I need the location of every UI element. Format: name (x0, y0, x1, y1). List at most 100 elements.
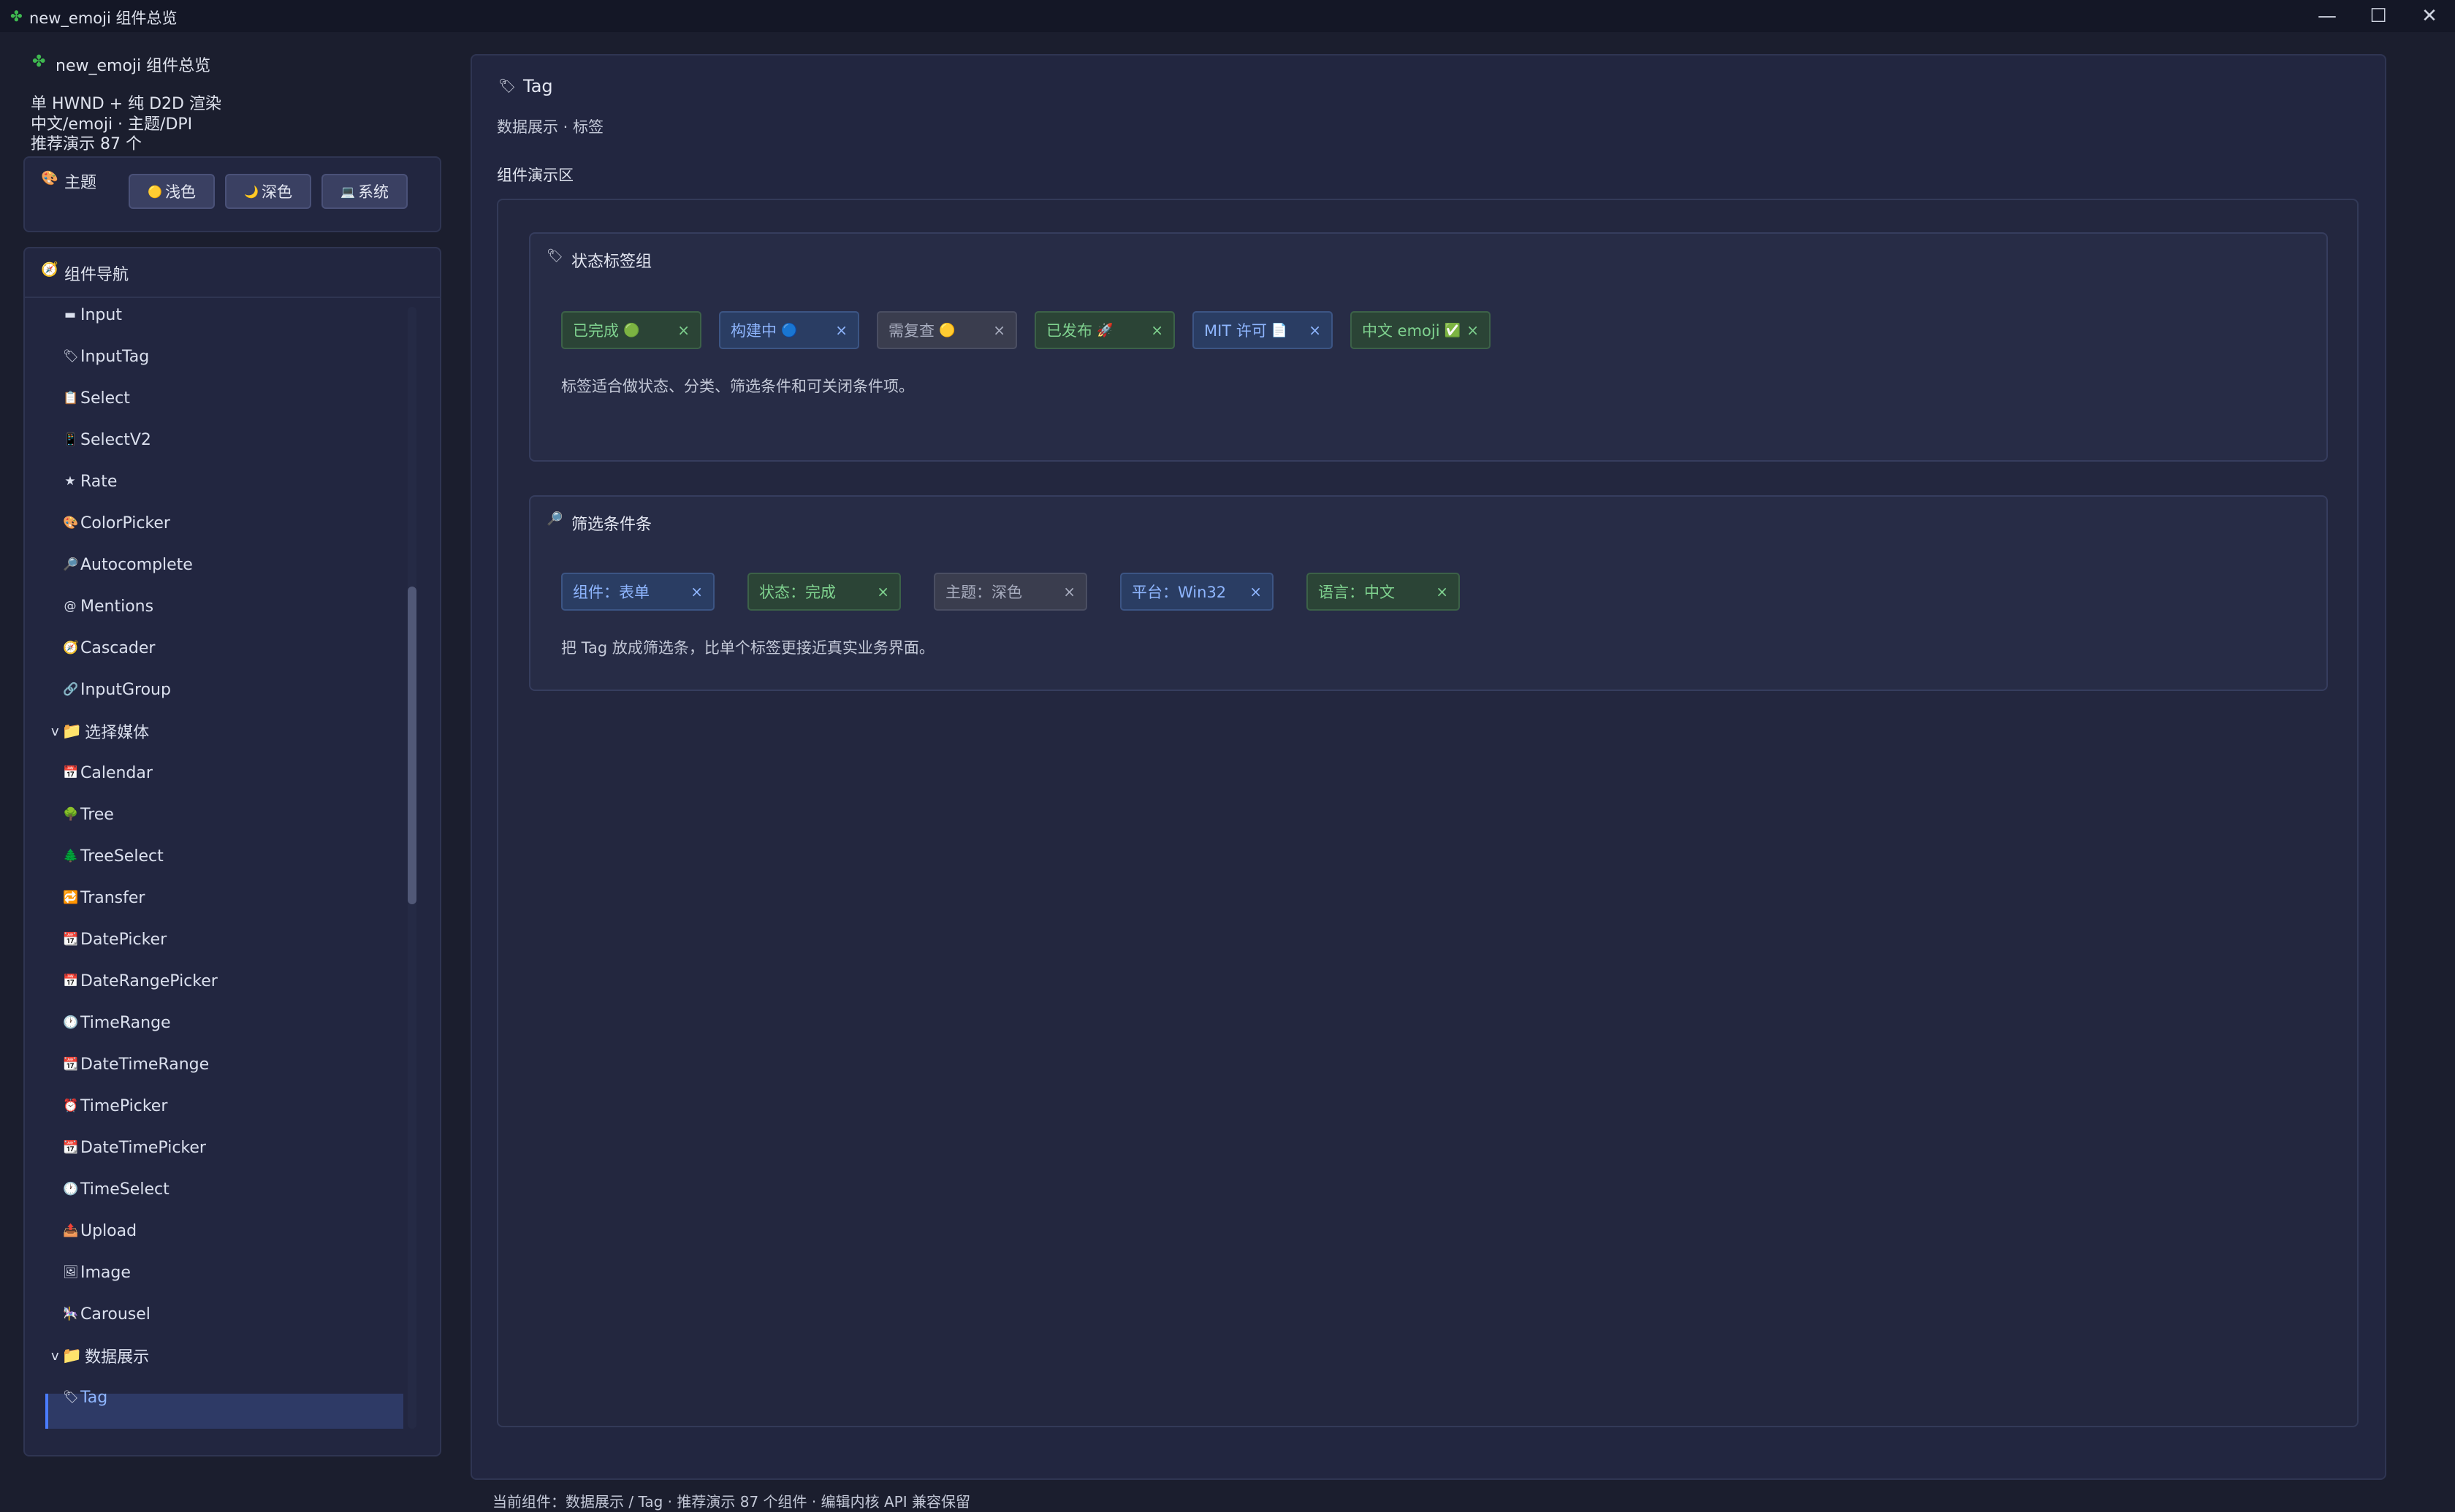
nav-group[interactable]: v 📁 数据展示 (51, 1341, 149, 1370)
close-icon[interactable]: × (993, 321, 1005, 339)
tag[interactable]: 构建中 🔵 × (719, 311, 859, 349)
nav-item-icon: 🌲 (63, 849, 79, 863)
nav-item[interactable]: ★ Rate (63, 467, 117, 496)
nav-item[interactable]: 📋 Select (63, 383, 130, 413)
tag[interactable]: 需复查 🟡 × (877, 311, 1017, 349)
tag[interactable]: 已发布 🚀 × (1035, 311, 1175, 349)
nav-item-label: TimeSelect (80, 1180, 170, 1199)
nav-item-icon: 📋 (63, 391, 79, 405)
nav-item-label: TreeSelect (80, 847, 164, 866)
folder-icon: 📁 (61, 1346, 83, 1365)
nav-item-icon: 🔁 (63, 890, 79, 905)
nav-item-label: DateTimePicker (80, 1138, 206, 1157)
close-icon[interactable]: × (1063, 583, 1076, 600)
tag[interactable]: 状态：完成 × (747, 573, 901, 611)
tag-label: 中文 emoji (1362, 322, 1440, 340)
nav-item[interactable]: 🔗 InputGroup (63, 675, 171, 704)
close-icon[interactable]: × (877, 583, 889, 600)
nav-item-icon: 🕐 (63, 1182, 79, 1196)
nav-item-label: Calendar (80, 763, 153, 782)
nav-item-label: ColorPicker (80, 513, 170, 532)
close-icon[interactable]: × (690, 583, 703, 600)
close-window-button[interactable]: ✕ (2404, 0, 2455, 32)
nav-item-label: Cascader (80, 638, 156, 657)
nav-item-label: Rate (80, 472, 118, 491)
close-icon[interactable]: × (1436, 583, 1448, 600)
nav-item[interactable]: 📅 DateRangePicker (63, 966, 218, 996)
nav-item-icon: 📆 (63, 1140, 79, 1155)
nav-item[interactable]: 📅 Calendar (63, 758, 153, 787)
theme-dark-button[interactable]: 🌙 深色 (225, 174, 311, 209)
close-icon[interactable]: × (835, 321, 848, 339)
tag-label: 构建中 (731, 322, 777, 340)
nav-item-label: TimeRange (80, 1013, 171, 1032)
nav-item-icon: 🌳 (63, 807, 79, 822)
nav-item-icon: ▬ (64, 308, 77, 322)
card-title: 筛选条件条 (571, 516, 652, 534)
tag[interactable]: 语言：中文 × (1306, 573, 1460, 611)
nav-item[interactable]: 📱 SelectV2 (63, 425, 151, 454)
tag[interactable]: 中文 emoji ✅ × (1350, 311, 1491, 349)
nav-item-label: Tree (80, 805, 114, 824)
nav-item[interactable]: 🔎 Autocomplete (63, 550, 193, 579)
nav-item[interactable]: 🌲 TreeSelect (63, 841, 164, 871)
nav-item[interactable]: 🕐 TimeSelect (63, 1175, 170, 1204)
theme-light-button[interactable]: 🟡 浅色 (129, 174, 215, 209)
sun-icon: 🟡 (148, 184, 162, 199)
card-title: 状态标签组 (571, 253, 652, 271)
theme-system-button[interactable]: 💻 系统 (321, 174, 408, 209)
close-icon[interactable]: × (1309, 321, 1321, 339)
tag[interactable]: 主题：深色 × (934, 573, 1087, 611)
nav-item[interactable]: 🏷 InputTag (63, 342, 149, 371)
minimize-button[interactable]: — (2302, 0, 2353, 32)
puzzle-icon: ✤ (10, 7, 23, 25)
tag-label: 需复查 (888, 322, 935, 340)
nav-item-icon: 📱 (63, 432, 79, 447)
tag[interactable]: MIT 许可 📄 × (1192, 311, 1333, 349)
nav-item-label: DatePicker (80, 930, 167, 949)
close-icon[interactable]: × (1466, 321, 1479, 339)
nav-item-label: Select (80, 389, 130, 408)
nav-item[interactable]: 🕐 TimeRange (63, 1008, 171, 1037)
nav-item[interactable]: 🧭 Cascader (63, 633, 155, 663)
tag-label: 主题：深色 (945, 584, 1022, 601)
tag-emoji-icon: 🚀 (1097, 322, 1114, 338)
nav-item-icon: ★ (64, 474, 76, 489)
nav-item[interactable]: @ Mentions (63, 592, 154, 621)
nav-item-label: InputGroup (80, 680, 171, 699)
nav-item[interactable]: 🖼 Image (63, 1258, 131, 1287)
tag[interactable]: 平台：Win32 × (1120, 573, 1274, 611)
tag-label: 已完成 (573, 322, 619, 340)
palette-icon: 🎨 (41, 170, 58, 186)
close-icon[interactable]: × (1151, 321, 1163, 339)
tag[interactable]: 组件：表单 × (561, 573, 715, 611)
tag-label: 平台：Win32 (1132, 584, 1227, 601)
nav-item[interactable]: ⏰ TimePicker (63, 1091, 167, 1120)
close-icon[interactable]: × (677, 321, 690, 339)
chevron-down-icon: v (51, 1348, 59, 1364)
nav-item[interactable]: 🔁 Transfer (63, 883, 145, 912)
nav-item-label: Input (80, 305, 122, 324)
nav-item-icon: ⏰ (63, 1099, 79, 1113)
nav-group[interactable]: v 📁 选择媒体 (51, 717, 149, 746)
nav-item-icon: 📆 (63, 1057, 79, 1072)
nav-item-label: 选择媒体 (85, 724, 150, 742)
nav-item-icon: 📤 (63, 1223, 79, 1238)
nav-item[interactable]: 📆 DateTimeRange (63, 1050, 209, 1079)
nav-item[interactable]: 🎨 ColorPicker (63, 508, 170, 538)
nav-item[interactable]: 📤 Upload (63, 1216, 137, 1245)
nav-item[interactable]: 🌳 Tree (63, 800, 114, 829)
app-title: new_emoji 组件总览 (56, 57, 211, 75)
maximize-button[interactable]: ☐ (2353, 0, 2404, 32)
nav-item[interactable]: 🏷 Tag (63, 1383, 107, 1412)
nav-item-icon: 📆 (63, 932, 79, 947)
nav-item[interactable]: ▬ Input (63, 300, 122, 329)
nav-scrollbar-thumb[interactable] (408, 587, 416, 904)
info-line: 推荐演示 87 个 (31, 135, 142, 153)
nav-item[interactable]: 📆 DatePicker (63, 925, 167, 954)
close-icon[interactable]: × (1249, 583, 1262, 600)
tag[interactable]: 已完成 🟢 × (561, 311, 701, 349)
tag-label: 已发布 (1046, 322, 1092, 340)
nav-item[interactable]: 🎠 Carousel (63, 1299, 151, 1329)
nav-item[interactable]: 📆 DateTimePicker (63, 1133, 206, 1162)
